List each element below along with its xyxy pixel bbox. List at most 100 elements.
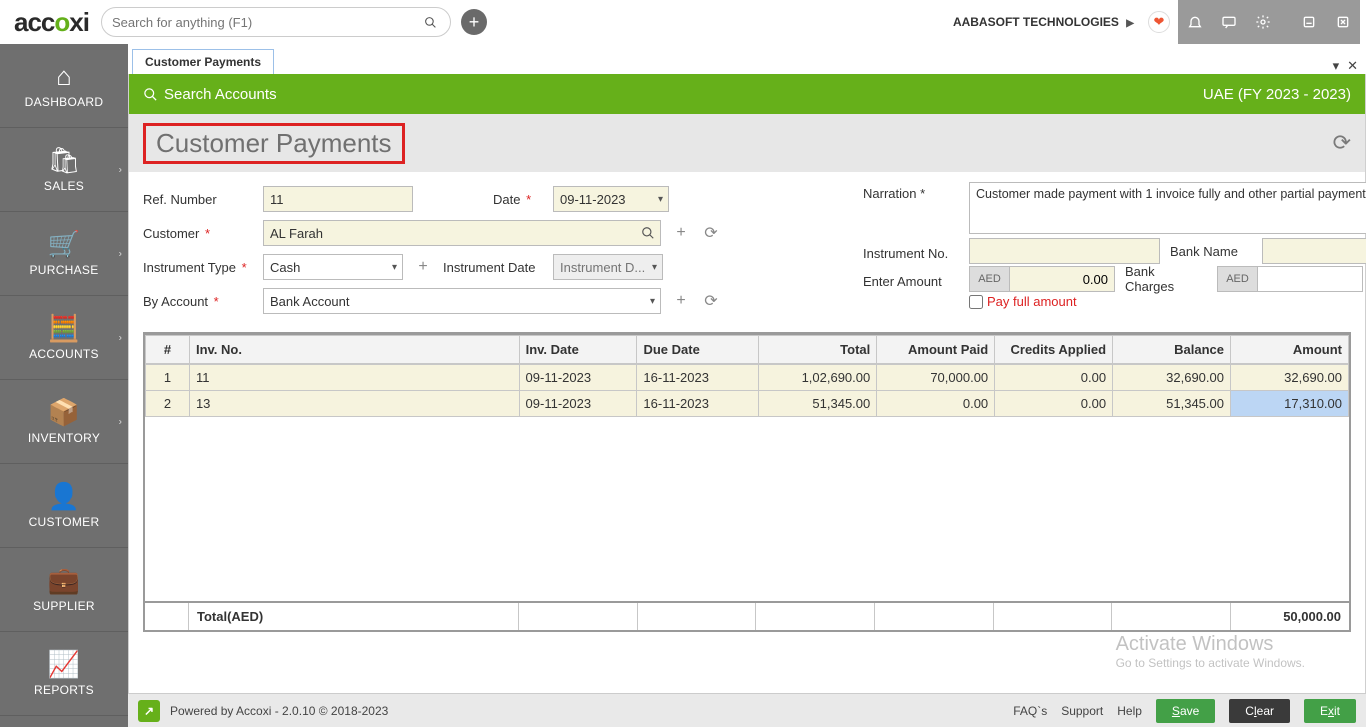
bell-icon[interactable] — [1178, 0, 1212, 44]
clear-button[interactable]: Clear — [1229, 699, 1290, 723]
minimize-icon[interactable] — [1292, 0, 1326, 44]
enter-amount-input[interactable] — [1009, 266, 1115, 292]
sidebar-item-label: CUSTOMER — [29, 515, 100, 529]
cell-inv-no: 13 — [189, 391, 519, 417]
sidebar-item-sales[interactable]: 🛍 SALES › — [0, 128, 128, 212]
ref-number-input[interactable] — [263, 186, 413, 212]
pay-full-input[interactable] — [969, 295, 983, 309]
chat-icon[interactable] — [1212, 0, 1246, 44]
pay-full-label: Pay full amount — [987, 294, 1077, 309]
chevron-right-icon: › — [119, 332, 122, 343]
add-customer-icon[interactable]: + — [671, 223, 691, 243]
page-title-highlight: Customer Payments — [143, 123, 405, 164]
col-credits[interactable]: Credits Applied — [995, 336, 1113, 364]
cell-inv-no: 11 — [189, 365, 519, 391]
logo-part-a: acc — [14, 7, 54, 37]
sidebar-item-supplier[interactable]: 💼 SUPPLIER — [0, 548, 128, 632]
cell-inv-date: 09-11-2023 — [519, 391, 637, 417]
narration-input[interactable]: Customer made payment with 1 invoice ful… — [969, 182, 1366, 234]
table-row[interactable]: 2 13 09-11-2023 16-11-2023 51,345.00 0.0… — [146, 391, 1349, 417]
col-inv-no[interactable]: Inv. No. — [189, 336, 519, 364]
sidebar-item-dashboard[interactable]: ⌂ DASHBOARD — [0, 44, 128, 128]
refresh-account-icon[interactable]: ⟳ — [701, 291, 721, 311]
instrument-type-label: Instrument Type * — [143, 260, 253, 275]
sidebar-item-label: PURCHASE — [29, 263, 98, 277]
topbar: accoxi + AABASOFT TECHNOLOGIES ▶ ❤ — [0, 0, 1366, 44]
exit-label: Exit — [1320, 704, 1340, 718]
search-accounts-button[interactable]: Search Accounts — [143, 86, 277, 103]
refresh-icon[interactable]: ⟳ — [1333, 130, 1351, 156]
sidebar-item-inventory[interactable]: 📦 INVENTORY › — [0, 380, 128, 464]
bag-icon: 🛍 — [47, 147, 80, 173]
sidebar-item-accounts[interactable]: 🧮 ACCOUNTS › — [0, 296, 128, 380]
bank-charges-input[interactable] — [1257, 266, 1363, 292]
faqs-link[interactable]: FAQ`s — [1013, 704, 1047, 718]
sidebar-item-customer[interactable]: 👤 CUSTOMER — [0, 464, 128, 548]
col-inv-date[interactable]: Inv. Date — [519, 336, 637, 364]
col-num[interactable]: # — [146, 336, 190, 364]
cell-credits: 0.00 — [995, 391, 1113, 417]
form-area: Ref. Number Date * ▾ Customer * — [129, 172, 1365, 324]
bank-name-input[interactable] — [1262, 238, 1366, 264]
col-amount-paid[interactable]: Amount Paid — [877, 336, 995, 364]
gear-icon[interactable] — [1246, 0, 1280, 44]
user-icon: 👤 — [48, 483, 80, 509]
cell-amount[interactable]: 32,690.00 — [1230, 365, 1348, 391]
sidebar-item-reports[interactable]: 📈 REPORTS — [0, 632, 128, 716]
tab-close-icon[interactable]: ✕ — [1347, 58, 1358, 74]
chevron-right-icon: ▶ — [1126, 18, 1134, 29]
add-account-icon[interactable]: + — [671, 291, 691, 311]
cell-amount[interactable]: 17,310.00 — [1230, 391, 1348, 417]
grid-footer: Total(AED) 50,000.00 — [145, 601, 1349, 630]
footer-total-value: 50,000.00 — [1231, 603, 1349, 630]
support-link[interactable]: Support — [1061, 704, 1103, 718]
col-due-date[interactable]: Due Date — [637, 336, 759, 364]
content-pane: Search Accounts UAE (FY 2023 - 2023) Cus… — [128, 74, 1366, 727]
save-button[interactable]: Save — [1156, 699, 1215, 723]
company-name[interactable]: AABASOFT TECHNOLOGIES ▶ — [953, 15, 1134, 29]
chevron-right-icon: › — [119, 416, 122, 427]
currency-prefix: AED — [969, 266, 1009, 292]
brand-icon[interactable]: ❤ — [1148, 11, 1170, 33]
watermark-line2: Go to Settings to activate Windows. — [1116, 656, 1305, 670]
instrument-no-input[interactable] — [969, 238, 1160, 264]
chevron-right-icon: › — [119, 164, 122, 175]
search-input[interactable] — [112, 15, 424, 30]
col-balance[interactable]: Balance — [1113, 336, 1231, 364]
col-amount[interactable]: Amount — [1231, 336, 1349, 364]
page-title: Customer Payments — [156, 128, 392, 159]
logo-part-dot: o — [54, 7, 69, 37]
instrument-type-select[interactable] — [263, 254, 403, 280]
close-icon[interactable] — [1326, 0, 1360, 44]
col-total[interactable]: Total — [759, 336, 877, 364]
search-icon[interactable] — [641, 224, 655, 240]
watermark-line1: Activate Windows — [1116, 633, 1305, 656]
sidebar-item-label: ACCOUNTS — [29, 347, 99, 361]
exit-button[interactable]: Exit — [1304, 699, 1356, 723]
search-accounts-label: Search Accounts — [164, 86, 277, 103]
refresh-customer-icon[interactable]: ⟳ — [701, 223, 721, 243]
sidebar-item-purchase[interactable]: 🛒 PURCHASE › — [0, 212, 128, 296]
save-label: ave — [1180, 704, 1199, 718]
cell-paid: 0.00 — [877, 391, 995, 417]
date-input[interactable] — [553, 186, 669, 212]
tab-dropdown-icon[interactable]: ▾ — [1333, 58, 1340, 74]
global-search[interactable] — [101, 7, 451, 37]
cell-num: 2 — [146, 391, 190, 417]
search-icon — [143, 87, 158, 102]
pay-full-checkbox[interactable]: Pay full amount — [969, 294, 1077, 309]
table-row[interactable]: 1 11 09-11-2023 16-11-2023 1,02,690.00 7… — [146, 365, 1349, 391]
invoice-grid: # Inv. No. Inv. Date Due Date Total Amou… — [143, 332, 1351, 632]
instrument-date-label: Instrument Date — [443, 260, 543, 275]
add-button[interactable]: + — [461, 9, 487, 35]
cell-due-date: 16-11-2023 — [637, 365, 759, 391]
add-instrument-icon[interactable]: + — [413, 257, 433, 277]
tab-customer-payments[interactable]: Customer Payments — [132, 49, 274, 74]
sidebar-item-label: REPORTS — [34, 683, 94, 697]
search-icon[interactable] — [424, 14, 440, 30]
help-link[interactable]: Help — [1117, 704, 1142, 718]
status-bar: ↗ Powered by Accoxi - 2.0.10 © 2018-2023… — [128, 693, 1366, 727]
customer-input[interactable] — [263, 220, 661, 246]
by-account-select[interactable] — [263, 288, 661, 314]
cell-num: 1 — [146, 365, 190, 391]
